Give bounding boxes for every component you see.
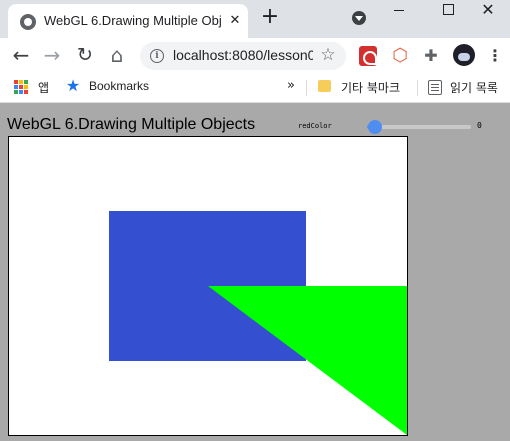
tab-search-icon[interactable] — [352, 11, 366, 25]
bookmarks-divider — [417, 80, 418, 96]
apps-label[interactable]: 앱 — [38, 79, 58, 95]
reload-icon[interactable]: ↻ — [74, 45, 96, 67]
bookmarks-link[interactable]: Bookmarks — [89, 79, 169, 95]
slider-thumb[interactable] — [368, 120, 383, 134]
pdf-extension-icon[interactable] — [359, 46, 377, 66]
reading-list-icon[interactable] — [428, 80, 442, 95]
red-color-slider[interactable] — [367, 120, 471, 134]
slider-label: redColor — [298, 122, 332, 130]
forward-icon[interactable]: → — [41, 45, 63, 67]
tab-strip: WebGL 6.Drawing Multiple Objects ✕ + ✕ — [0, 0, 510, 38]
maximize-button[interactable] — [426, 0, 470, 22]
other-bookmarks-link[interactable]: 기타 북마크 — [341, 79, 413, 95]
browser-tab[interactable]: WebGL 6.Drawing Multiple Objects ✕ — [8, 4, 248, 38]
tab-title: WebGL 6.Drawing Multiple Objects — [44, 13, 222, 28]
slider-value: 0 — [477, 121, 482, 130]
bookmarks-divider — [306, 80, 307, 96]
minimize-button[interactable] — [378, 0, 422, 22]
puzzle-icon[interactable]: ✚ — [422, 46, 440, 66]
hexagon-extension-icon[interactable]: ⬡ — [391, 46, 409, 66]
new-tab-button[interactable]: + — [260, 6, 280, 28]
globe-icon — [20, 14, 36, 30]
scene-svg — [9, 137, 407, 435]
back-icon[interactable]: ← — [10, 45, 32, 67]
close-icon[interactable]: ✕ — [226, 12, 244, 30]
reading-list-link[interactable]: 읽기 목록 — [450, 79, 508, 95]
avatar[interactable] — [453, 44, 475, 66]
page-title: WebGL 6.Drawing Multiple Objects — [7, 116, 256, 133]
address-bar[interactable]: i localhost:8080/lesson06 ☆ — [140, 42, 346, 70]
browser-toolbar: ← → ↻ ⌂ i localhost:8080/lesson06 ☆ ⬡ ✚ … — [0, 38, 510, 74]
folder-icon[interactable] — [318, 80, 331, 92]
url-text[interactable]: localhost:8080/lesson06 — [173, 47, 313, 65]
menu-icon[interactable]: ⋮ — [486, 46, 504, 66]
bookmark-star-icon[interactable]: ★ — [64, 77, 82, 95]
home-icon[interactable]: ⌂ — [106, 45, 128, 67]
info-icon[interactable]: i — [150, 49, 164, 63]
webgl-canvas[interactable] — [8, 136, 408, 436]
window-close-button[interactable]: ✕ — [466, 0, 510, 22]
star-icon[interactable]: ☆ — [318, 45, 338, 65]
bookmarks-bar: 앱 ★ Bookmarks » 기타 북마크 읽기 목록 — [0, 74, 510, 103]
bookmarks-overflow-button[interactable]: » — [285, 78, 297, 94]
apps-grid-icon[interactable] — [14, 80, 28, 94]
